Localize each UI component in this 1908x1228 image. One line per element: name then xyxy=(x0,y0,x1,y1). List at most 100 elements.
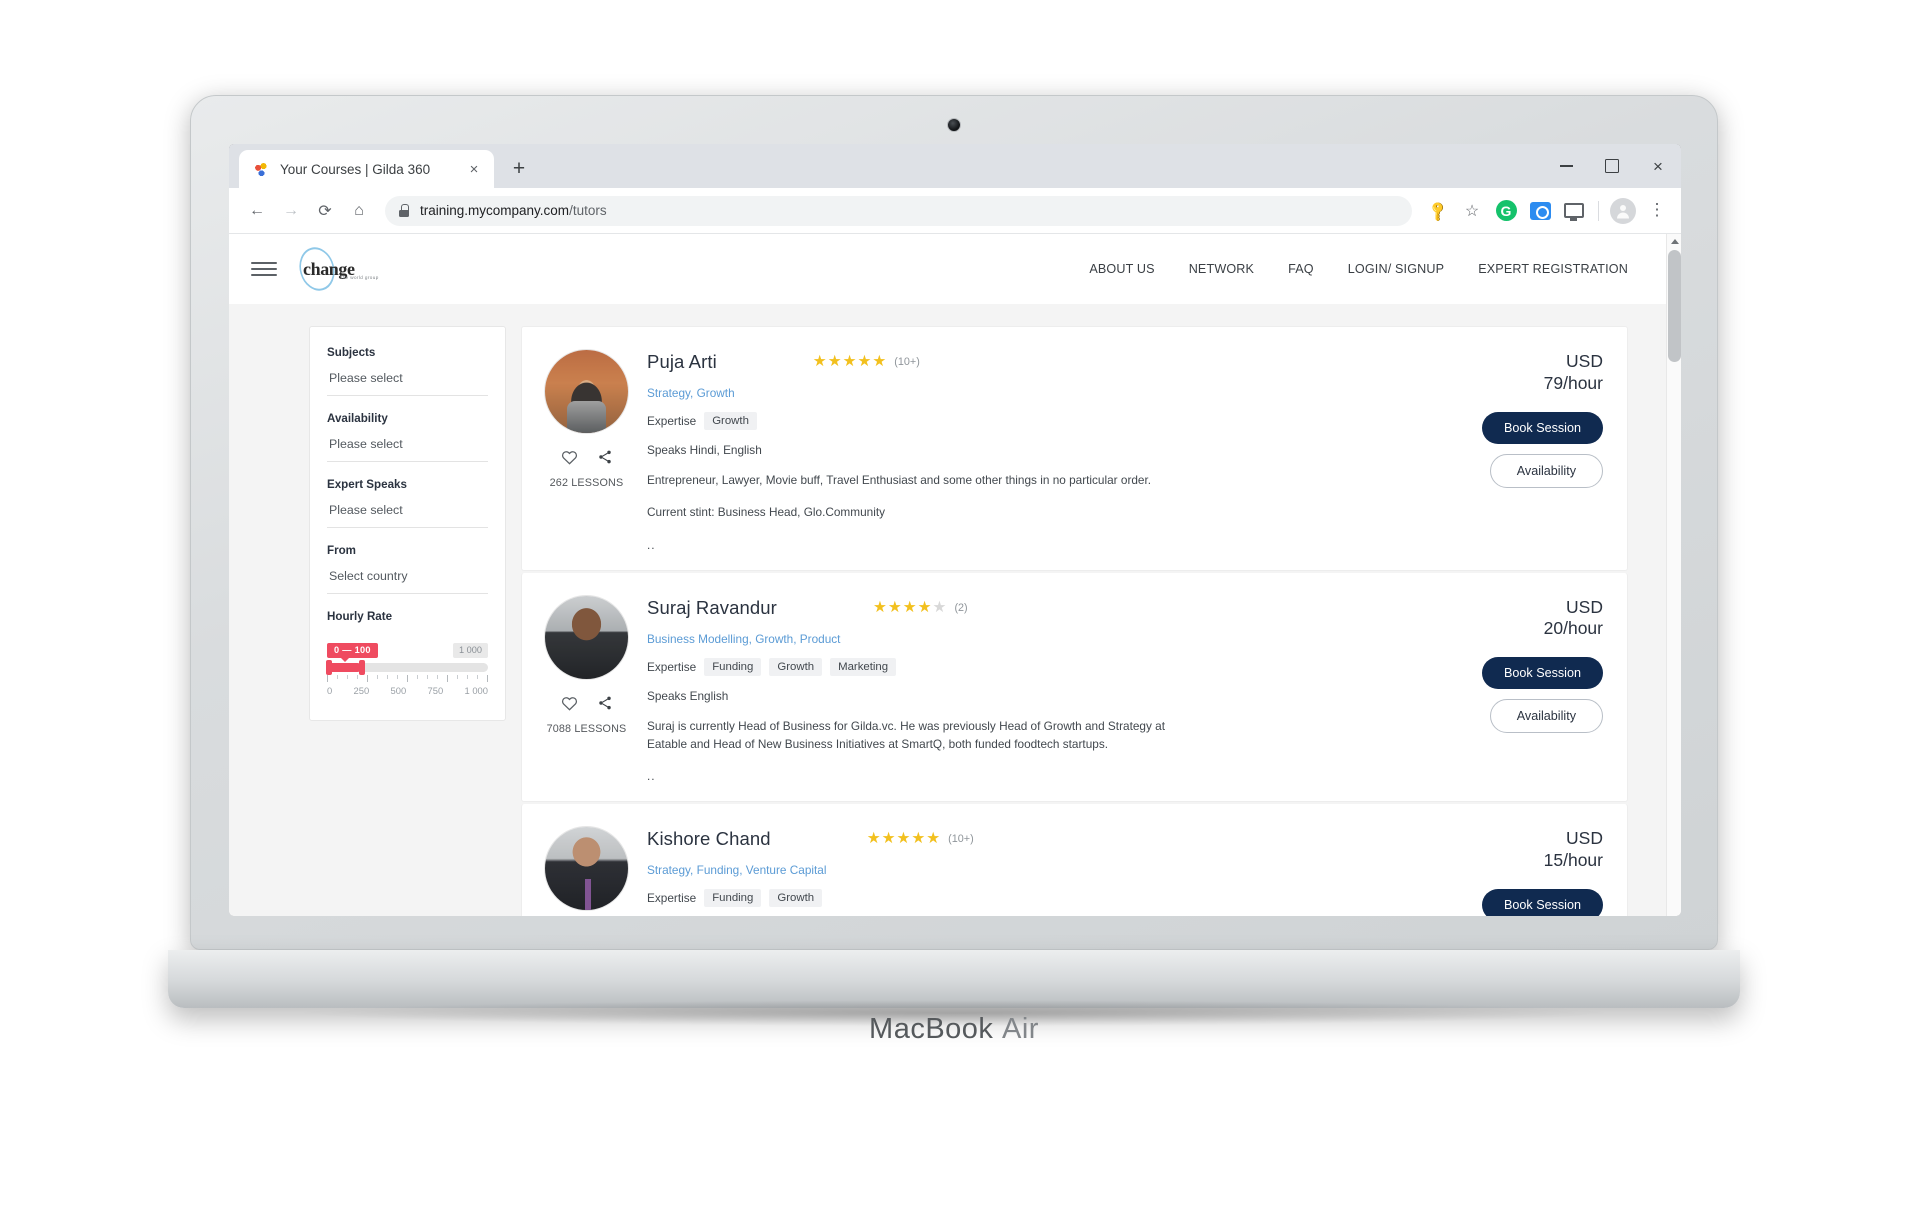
reload-icon[interactable]: ⟳ xyxy=(309,195,341,227)
tutor-languages: Speaks English xyxy=(647,688,729,703)
expertise-row: Expertise Funding Growth xyxy=(647,889,1415,908)
share-icon[interactable] xyxy=(597,695,613,711)
slider-max-handle[interactable] xyxy=(359,660,366,675)
scrollbar-thumb[interactable] xyxy=(1668,250,1681,362)
site-favicon xyxy=(253,160,270,178)
availability-button[interactable]: Availability xyxy=(1489,453,1603,488)
url-text: training.mycompany.com/tutors xyxy=(420,203,607,218)
logo-subtext: the world group xyxy=(341,275,379,280)
tutor-price: USD 79/hour xyxy=(1544,351,1603,395)
tutor-card[interactable]: Kishore Chand ★★★★★ (10+) Strategy, Fund… xyxy=(521,804,1628,916)
slider-value-row: 0 — 100 1 000 xyxy=(327,643,488,662)
slider-tick-750: 750 xyxy=(427,685,444,696)
close-window-button[interactable]: × xyxy=(1635,144,1681,188)
slider-tick-250: 250 xyxy=(353,685,370,696)
tutor-price: USD 20/hour xyxy=(1544,597,1603,641)
expertise-row: Expertise Funding Growth Marketing xyxy=(647,657,1415,676)
maximize-button[interactable] xyxy=(1589,144,1635,188)
filter-label-availability: Availability xyxy=(327,412,388,425)
grammarly-letter: G xyxy=(1495,200,1517,221)
tutor-avatar-column xyxy=(544,826,629,916)
page-scrollbar[interactable] xyxy=(1666,234,1681,916)
nav-item-expert-registration[interactable]: EXPERT REGISTRATION xyxy=(1478,262,1628,276)
nav-item-login-signup[interactable]: LOGIN/ SIGNUP xyxy=(1348,262,1444,276)
price-rate: 15/hour xyxy=(1543,850,1603,870)
home-icon[interactable]: ⌂ xyxy=(343,195,375,227)
device-model: Air xyxy=(1002,1013,1039,1045)
grammarly-extension-icon[interactable]: G xyxy=(1490,195,1522,227)
filter-label-from: From xyxy=(327,544,356,557)
lock-icon xyxy=(399,204,409,217)
expertise-chip: Growth xyxy=(769,889,823,908)
book-session-button[interactable]: Book Session xyxy=(1481,411,1603,444)
star-icon[interactable]: ☆ xyxy=(1456,195,1488,227)
tutor-bio: Suraj is currently Head of Business for … xyxy=(647,718,1165,751)
star-rating-icon: ★★★★★ xyxy=(866,830,942,848)
back-icon[interactable]: ← xyxy=(241,195,273,227)
new-tab-button[interactable]: + xyxy=(504,154,534,184)
nav-item-faq[interactable]: FAQ xyxy=(1288,262,1314,276)
favorite-heart-icon[interactable] xyxy=(561,695,578,711)
forward-icon[interactable]: → xyxy=(275,195,307,227)
laptop-lid: Your Courses | Gilda 360 × + × ← → ⟳ ⌂ t… xyxy=(190,95,1718,950)
avatar[interactable] xyxy=(544,594,629,680)
country-select[interactable]: Select country xyxy=(327,569,488,594)
site-nav: ABOUT US NETWORK FAQ LOGIN/ SIGNUP EXPER… xyxy=(1089,262,1628,276)
tutor-results-list: 262 LESSONS Puja Arti ★★★★★ (10+) Strate… xyxy=(521,326,1628,916)
price-currency: USD xyxy=(1566,351,1603,371)
rating: ★★★★★ (10+) xyxy=(813,354,920,370)
lesson-count: 7088 LESSONS xyxy=(546,722,627,735)
url-host: training.mycompany.com xyxy=(420,203,570,218)
site-logo[interactable]: change the world group xyxy=(293,243,385,295)
book-session-button[interactable]: Book Session xyxy=(1481,657,1603,690)
profile-avatar-icon[interactable] xyxy=(1607,195,1639,227)
screenshot-extension-icon[interactable] xyxy=(1524,195,1556,227)
tutor-subjects[interactable]: Strategy, Funding, Venture Capital xyxy=(647,863,1415,877)
expand-bio-button[interactable]: .. xyxy=(647,769,1415,783)
laptop-device: Your Courses | Gilda 360 × + × ← → ⟳ ⌂ t… xyxy=(168,95,1740,1127)
rating: ★★★★★ (10+) xyxy=(867,831,974,847)
tutor-info: Kishore Chand ★★★★★ (10+) Strategy, Fund… xyxy=(647,826,1415,916)
share-icon[interactable] xyxy=(597,449,613,465)
slider-track[interactable] xyxy=(326,660,488,675)
tab-title: Your Courses | Gilda 360 xyxy=(280,161,431,177)
scroll-up-icon[interactable] xyxy=(1667,234,1681,249)
tutor-card[interactable]: 7088 LESSONS Suraj Ravandur ★★★★★ (2) Bu… xyxy=(521,572,1628,803)
key-icon[interactable]: 🔑 xyxy=(1415,188,1460,233)
lesson-count: 262 LESSONS xyxy=(549,477,624,489)
expertise-label: Expertise xyxy=(647,659,697,674)
tutor-subjects[interactable]: Strategy, Growth xyxy=(647,386,1415,400)
book-session-button[interactable]: Book Session xyxy=(1481,888,1603,916)
minimize-button[interactable] xyxy=(1543,144,1589,188)
avatar[interactable] xyxy=(544,349,629,434)
nav-item-network[interactable]: NETWORK xyxy=(1189,262,1254,276)
tutor-bio: Entrepreneur, Lawyer, Movie buff, Travel… xyxy=(647,473,1152,487)
expand-bio-button[interactable]: .. xyxy=(647,538,1415,552)
browser-tab[interactable]: Your Courses | Gilda 360 × xyxy=(239,150,494,188)
chrome-menu-icon[interactable]: ⋮ xyxy=(1641,195,1673,227)
availability-button[interactable]: Availability xyxy=(1489,699,1603,734)
filter-hourly-rate: Hourly Rate 0 — 100 1 000 0 250 500 750 … xyxy=(326,610,488,696)
close-tab-icon[interactable]: × xyxy=(464,159,484,179)
hamburger-menu-icon[interactable] xyxy=(251,262,277,276)
rating-count: (10+) xyxy=(894,356,920,368)
slider-min-handle[interactable] xyxy=(326,660,332,675)
webcam-icon xyxy=(947,118,961,132)
address-bar[interactable]: training.mycompany.com/tutors xyxy=(385,195,1412,226)
favorite-heart-icon[interactable] xyxy=(561,449,578,465)
tutor-subjects[interactable]: Business Modelling, Growth, Product xyxy=(647,632,1415,646)
price-rate: 79/hour xyxy=(1543,372,1603,393)
device-brand: MacBook xyxy=(869,1013,994,1045)
browser-window: Your Courses | Gilda 360 × + × ← → ⟳ ⌂ t… xyxy=(229,144,1681,916)
nav-item-about-us[interactable]: ABOUT US xyxy=(1089,262,1154,276)
subjects-select[interactable]: Please select xyxy=(327,371,488,396)
hourly-rate-slider[interactable]: 0 — 100 1 000 0 250 500 750 1 000 xyxy=(326,639,488,696)
tutor-card[interactable]: 262 LESSONS Puja Arti ★★★★★ (10+) Strate… xyxy=(521,326,1628,571)
cast-monitor-icon[interactable] xyxy=(1558,195,1590,227)
expertise-chip: Funding xyxy=(704,657,762,676)
web-page: change the world group ABOUT US NETWORK … xyxy=(229,234,1666,916)
filter-label-expert-speaks: Expert Speaks xyxy=(327,478,407,491)
availability-select[interactable]: Please select xyxy=(327,437,488,462)
avatar[interactable] xyxy=(544,826,629,912)
expert-speaks-select[interactable]: Please select xyxy=(327,503,488,528)
